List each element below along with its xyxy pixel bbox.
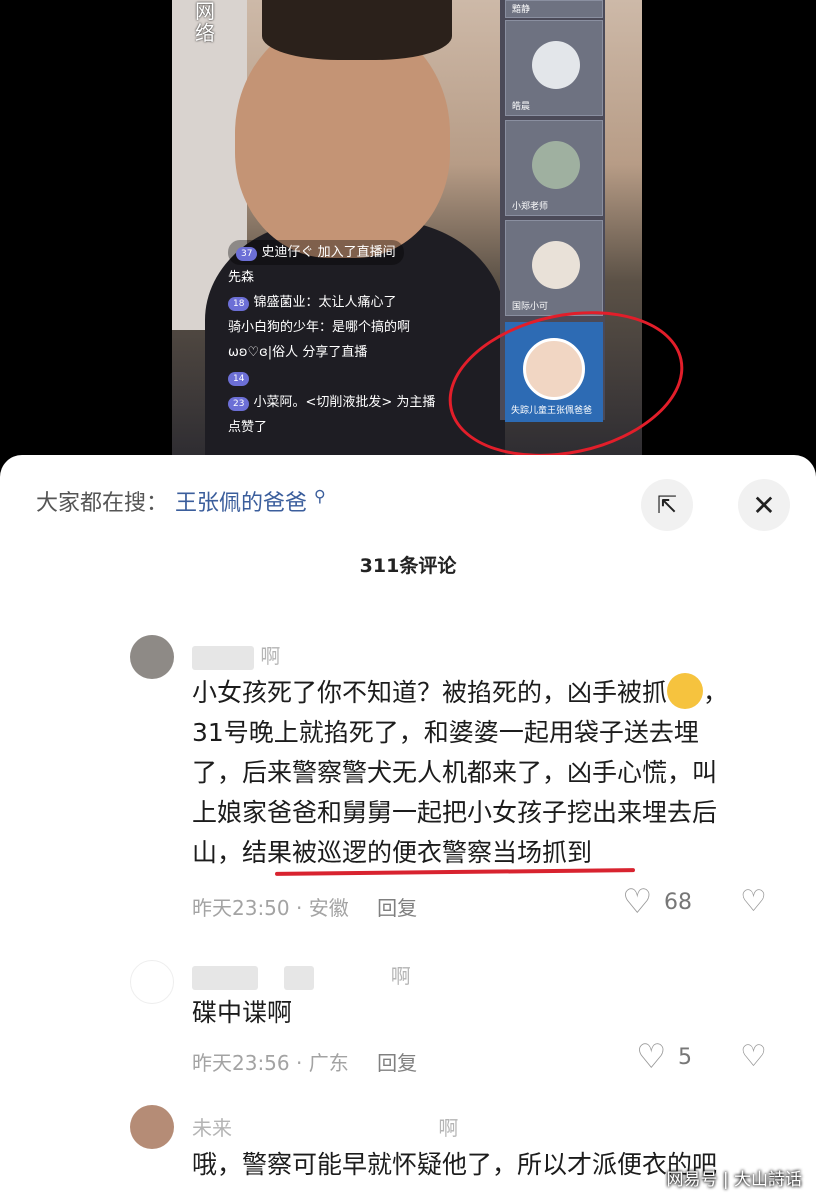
heart-icon[interactable]: ♡: [622, 882, 652, 922]
guest-name: 小郑老师: [512, 202, 549, 212]
video-watermark: 网络: [195, 0, 215, 45]
comment-text: 小女孩死了你不知道？被掐死的，凶手被抓， 31号晚上就掐死了，和婆婆一起用袋子送…: [192, 673, 782, 873]
level-badge: 37: [236, 247, 258, 261]
comment-meta: 昨天23:56 · 广东 回复: [192, 1051, 418, 1075]
close-button[interactable]: ✕: [738, 479, 790, 531]
guest-tile[interactable]: 皓晨: [505, 20, 603, 116]
avatar[interactable]: [130, 960, 174, 1004]
guest-avatar: [532, 41, 580, 89]
blurred-name: [284, 965, 315, 990]
comment-meta: 昨天23:50 · 安徽 回复: [192, 896, 418, 920]
live-chat: 37 史迪仔ぐ 加入了直播间 先森 18 锦盛菌业：太让人痛心了 骑小白狗的少年：是…: [228, 240, 508, 440]
chat-message: 23 小菜阿。<切削液批发> 为主播: [228, 390, 508, 415]
comment-text: 碟中谍啊: [192, 998, 293, 1027]
comment-username[interactable]: 啊: [192, 960, 411, 990]
avatar[interactable]: [130, 635, 174, 679]
chat-message: 骑小白狗的少年：是哪个搞的啊: [228, 320, 411, 335]
like-count: 5: [678, 1045, 692, 1070]
chat-message: ωʚ♡ɞ|俗人 分享了直播: [228, 345, 368, 360]
emoji-icon: [667, 673, 704, 709]
host-hair: [262, 0, 452, 60]
guest-avatar: [532, 141, 580, 189]
heart-icon[interactable]: ♡: [636, 1037, 666, 1077]
blurred-name: [192, 645, 254, 670]
comment-time: 昨天23:50: [192, 896, 290, 920]
comment-sheet: 大家都在搜： 王张佩的爸爸 ⚲ ⇱ ✕ 311条评论 啊 小女孩死了你不知道？被…: [0, 455, 816, 1198]
trending-search[interactable]: 大家都在搜： 王张佩的爸爸 ⚲: [36, 485, 326, 517]
avatar[interactable]: [130, 1105, 174, 1149]
guest-avatar: [532, 241, 580, 289]
comment-location: 安徽: [308, 896, 349, 920]
trending-search-label: 大家都在搜：: [36, 491, 169, 516]
chat-message: 18 锦盛菌业：太让人痛心了: [228, 290, 508, 315]
guest-tile[interactable]: 国际小可: [505, 220, 603, 316]
blurred-name: [192, 965, 258, 990]
level-badge: 23: [228, 397, 250, 411]
live-video: 网络 黯静 皓晨 小郑老师 国际小可 失踪儿童王张佩爸爸 37 史迪仔ぐ 加入了直…: [0, 0, 816, 478]
like-count: 68: [664, 890, 692, 915]
expand-button[interactable]: ⇱: [641, 479, 693, 531]
close-icon: ✕: [752, 488, 776, 522]
chat-message: 37 史迪仔ぐ 加入了直播间: [228, 240, 404, 265]
search-icon: ⚲: [314, 486, 326, 506]
guest-tile[interactable]: 小郑老师: [505, 120, 603, 216]
broken-heart-icon[interactable]: ♡: [740, 884, 767, 919]
broken-heart-icon[interactable]: ♡: [740, 1039, 767, 1074]
expand-icon: ⇱: [656, 491, 678, 519]
comment-count: 311条评论: [359, 555, 457, 577]
level-badge: 18: [228, 297, 250, 311]
trending-search-keyword[interactable]: 王张佩的爸爸: [175, 491, 307, 516]
level-badge: 14: [228, 372, 250, 386]
chat-message: 点赞了: [228, 420, 268, 435]
reply-button[interactable]: 回复: [377, 896, 417, 920]
guest-name: 国际小可: [512, 302, 549, 312]
comment-location: 广东: [308, 1051, 349, 1075]
chat-message: 14: [228, 365, 508, 390]
chat-message: 先森: [228, 270, 255, 285]
comment-time: 昨天23:56: [192, 1051, 290, 1075]
guest-name: 黯静: [512, 5, 531, 15]
guest-name: 皓晨: [512, 102, 531, 112]
comment-username[interactable]: 未来 啊: [192, 1112, 458, 1141]
corner-watermark: 网易号 | 大山詩话: [666, 1170, 802, 1190]
reply-button[interactable]: 回复: [377, 1051, 417, 1075]
guest-tile[interactable]: 黯静: [505, 0, 603, 18]
comment-username[interactable]: 啊: [192, 640, 280, 670]
